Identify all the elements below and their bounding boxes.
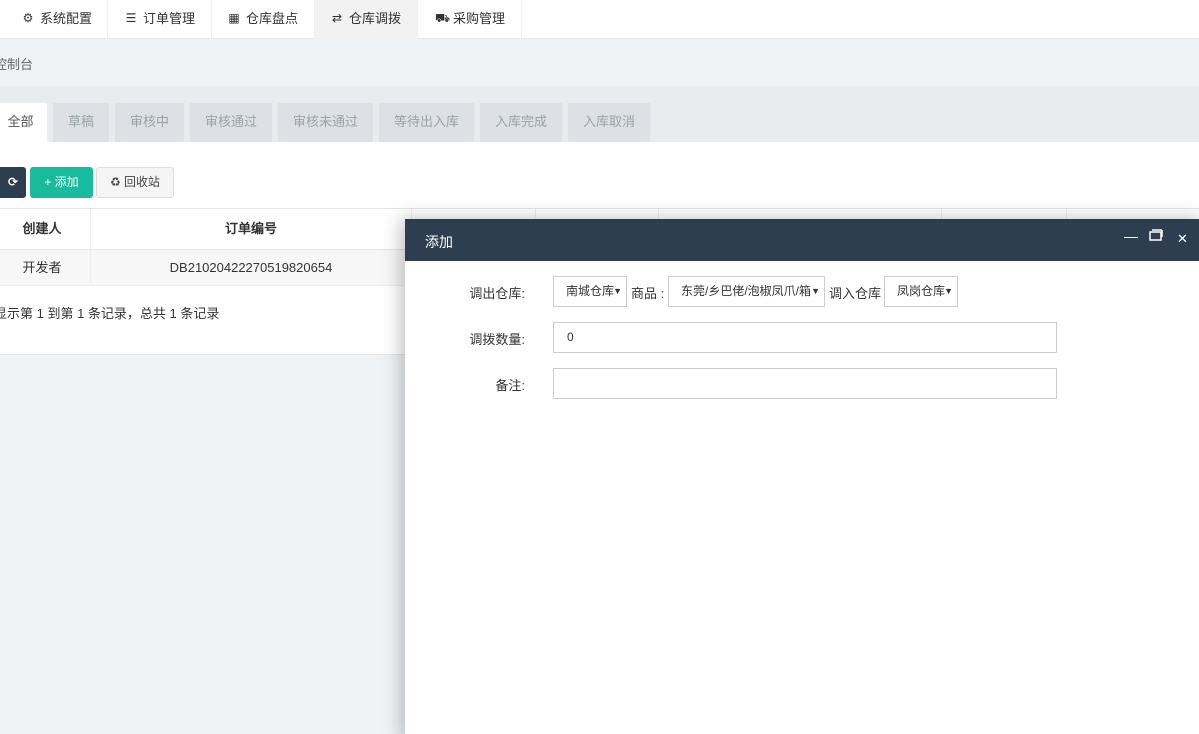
nav-item-order-management[interactable]: ☰ 订单管理 [108,0,212,39]
cart-icon: ⛟ [435,11,451,25]
goods-value: 东莞/乡巴佬/泡椒凤爪/箱 [681,284,812,298]
tab-rejected[interactable]: 审核未通过 [278,103,373,142]
nav-item-warehouse-transfer[interactable]: ⇄ 仓库调拨 [315,0,418,39]
nav-item-label: 仓库盘点 [246,11,299,26]
breadcrumb: 控制台 [0,39,1199,86]
tab-approved[interactable]: 审核通过 [190,103,272,142]
column-header-order-no[interactable]: 订单编号 [91,209,412,249]
refresh-button[interactable]: ⟳ [0,167,26,198]
to-warehouse-label: 调入仓库 [829,286,882,301]
from-warehouse-value: 南城仓库 [566,284,615,298]
quantity-input[interactable]: 0 [553,322,1057,353]
from-warehouse-select[interactable]: 南城仓库 ▼ [553,276,627,307]
tab-stock-complete[interactable]: 入库完成 [480,103,562,142]
tab-all[interactable]: 全部 [0,103,47,142]
caret-down-icon: ▼ [613,286,622,296]
goods-select[interactable]: 东莞/乡巴佬/泡椒凤爪/箱 ▼ [668,276,825,307]
nav-item-label: 采购管理 [453,11,506,26]
pagination-info: 显示第 1 到第 1 条记录，总共 1 条记录 [0,306,220,321]
from-warehouse-label: 调出仓库: [469,286,525,301]
cell-order-no: DB21020422270519820654 [91,250,412,285]
list-icon: ☰ [125,11,137,25]
to-warehouse-value: 凤岗仓库 [897,284,946,298]
cell-creator: 开发者 [0,250,91,285]
minimize-icon[interactable]: — [1124,228,1138,244]
nav-item-label: 订单管理 [143,11,196,26]
remark-label: 备注: [495,378,525,393]
remark-input[interactable] [553,368,1057,399]
close-icon[interactable]: ✕ [1177,231,1188,247]
caret-down-icon: ▼ [944,286,953,296]
add-button[interactable]: + 添加 [30,167,93,198]
recycle-bin-button[interactable]: ♻ 回收站 [96,167,174,198]
goods-label: 商品 : [631,286,665,301]
tab-reviewing[interactable]: 审核中 [115,103,184,142]
add-dialog: 添加 — ✕ 调出仓库: 南城仓库 ▼ 商品 : 东莞/乡巴佬/泡椒凤爪/箱 ▼… [405,219,1199,734]
tab-draft[interactable]: 草稿 [53,103,109,142]
dialog-title: 添加 [425,234,453,250]
caret-down-icon: ▼ [810,277,820,306]
quantity-label: 调拨数量: [469,332,525,347]
gear-icon: ⚙ [22,11,34,25]
tab-stock-cancelled[interactable]: 入库取消 [568,103,650,142]
nav-item-purchase-management[interactable]: ⛟ 采购管理 [418,0,522,39]
refresh-icon: ⟳ [7,175,19,189]
calculator-icon: ▦ [228,11,240,25]
status-tabs: 全部 草稿 审核中 审核通过 审核未通过 等待出入库 入库完成 入库取消 [0,86,1199,142]
top-nav: ⚙ 系统配置 ☰ 订单管理 ▦ 仓库盘点 ⇄ 仓库调拨 ⛟ 采购管理 [0,0,1199,39]
nav-item-system-config[interactable]: ⚙ 系统配置 [0,0,108,39]
maximize-icon[interactable] [1149,229,1163,244]
exchange-icon: ⇄ [331,11,343,25]
dialog-header: 添加 — ✕ [405,219,1199,261]
column-header-creator[interactable]: 创建人 [0,209,91,249]
breadcrumb-dashboard[interactable]: 控制台 [0,54,33,73]
tab-awaiting-stock[interactable]: 等待出入库 [379,103,474,142]
nav-item-label: 仓库调拨 [349,11,402,26]
to-warehouse-select[interactable]: 凤岗仓库 ▼ [884,276,958,307]
nav-item-label: 系统配置 [40,11,93,26]
nav-item-warehouse-inventory[interactable]: ▦ 仓库盘点 [212,0,315,39]
